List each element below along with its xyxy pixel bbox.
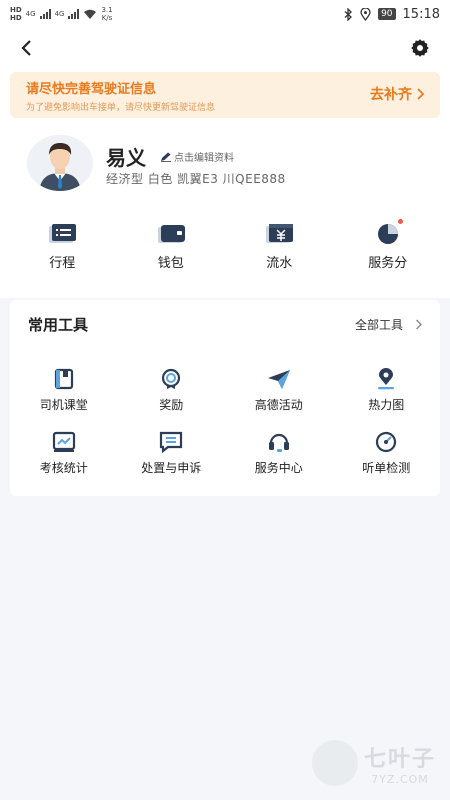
pencil-icon [161,152,171,162]
notice-action-label: 去补齐 [370,87,412,103]
sim-label-2: HD [10,14,22,22]
tools-title: 常用工具 [28,316,89,334]
battery-indicator: 90 [378,8,396,20]
tools-header: 常用工具 全部工具 [28,314,422,335]
notification-dot [397,219,403,224]
network-label-2: 4G [54,10,65,18]
trip-icon [47,222,77,244]
quick-action-transactions[interactable]: 流水 [234,222,324,274]
tool-label: 司机课堂 [39,398,88,412]
net-speed-unit: K/s [101,14,113,22]
all-tools-link[interactable]: 全部工具 [355,316,422,333]
sim-label-1: HD [10,6,22,14]
service-score-icon [373,219,403,244]
tool-label: 听单检测 [362,461,411,475]
reward-icon [158,368,184,390]
signal-2-icon [68,9,80,19]
sim-labels: HD HD [10,6,22,22]
status-left: HD HD 4G 4G 3.1 K/s [10,6,113,22]
quick-action-label: 行程 [49,256,76,271]
chevron-right-icon [417,88,424,100]
wallet-icon [156,222,186,244]
tool-label: 处置与申诉 [141,461,202,475]
tool-label: 服务中心 [254,461,303,475]
tool-heatmap[interactable]: 热力图 [333,368,441,413]
watermark: 七叶子 7YZ.COM [311,740,436,786]
tool-label: 高德活动 [254,398,303,412]
wifi-icon [84,9,97,19]
location-icon [360,7,371,21]
net-speed-value: 3.1 [101,6,113,14]
tool-service-center[interactable]: 服务中心 [225,431,333,476]
status-bar: HD HD 4G 4G 3.1 K/s 90 15:18 [0,0,450,28]
avatar[interactable] [27,135,93,191]
tool-label: 考核统计 [39,461,88,475]
net-speed: 3.1 K/s [101,6,112,22]
car-info: 经济型 白色 凯翼E3 川QEE888 [106,172,286,186]
quick-action-wallet[interactable]: 钱包 [126,222,216,274]
tool-reward[interactable]: 奖励 [118,368,226,413]
quick-action-trip[interactable]: 行程 [17,222,107,274]
gauge-icon [373,431,399,453]
notice-action-button[interactable]: 去补齐 [370,84,424,104]
edit-profile-link[interactable]: 点击编辑资料 [160,149,234,164]
driver-avatar-icon [27,135,93,191]
driver-name: 易义 [106,146,146,170]
paper-plane-icon [266,368,292,390]
stats-icon [51,431,77,453]
edit-profile-label: 点击编辑资料 [174,153,234,164]
location-pin-icon [373,368,399,390]
tool-assessment-stats[interactable]: 考核统计 [10,431,118,476]
clock: 15:18 [402,6,440,22]
signal-1-icon [39,9,51,19]
tool-handling-appeal[interactable]: 处置与申诉 [118,431,226,476]
watermark-text: 七叶子 7YZ.COM [364,741,436,786]
common-tools-card: 常用工具 全部工具 司机课堂 奖励 高德活动 热力图 考核统计 处置与申诉 服务… [10,300,440,496]
headset-icon [266,431,292,453]
book-icon [51,368,77,390]
watermark-brand: 七叶子 [363,746,436,772]
chevron-right-icon [416,319,422,330]
quick-action-label: 流水 [266,256,293,271]
quick-action-label: 钱包 [157,256,184,271]
network-label-1: 4G [25,10,36,18]
tool-amap-activity[interactable]: 高德活动 [225,368,333,413]
screen: HD HD 4G 4G 3.1 K/s 90 15:18 请尽快完善驾驶证信息 … [0,0,450,800]
watermark-logo [311,740,358,786]
quick-action-label: 服务分 [368,256,408,271]
tool-label: 热力图 [368,398,405,412]
tool-label: 奖励 [159,398,184,412]
tools-grid: 司机课堂 奖励 高德活动 热力图 考核统计 处置与申诉 服务中心 听单检测 [10,368,440,476]
all-tools-label: 全部工具 [354,318,403,332]
bluetooth-icon [344,7,353,21]
transactions-icon [264,222,294,244]
back-icon[interactable] [20,39,34,57]
notice-title: 请尽快完善驾驶证信息 [26,82,157,97]
gear-icon[interactable] [410,38,430,58]
tool-driver-class[interactable]: 司机课堂 [10,368,118,413]
tool-order-listening-check[interactable]: 听单检测 [333,431,441,476]
license-notice-banner[interactable]: 请尽快完善驾驶证信息 为了避免影响出车接单，请尽快更新驾驶证信息 去补齐 [10,72,440,118]
watermark-domain: 7YZ.COM [371,772,429,786]
status-right: 90 15:18 [344,7,440,22]
quick-action-service-score[interactable]: 服务分 [343,219,433,274]
message-icon [158,431,184,453]
top-navigation [0,28,450,68]
notice-subtitle: 为了避免影响出车接单，请尽快更新驾驶证信息 [26,103,216,113]
quick-actions-row: 行程 钱包 流水 服务分 [0,219,450,274]
